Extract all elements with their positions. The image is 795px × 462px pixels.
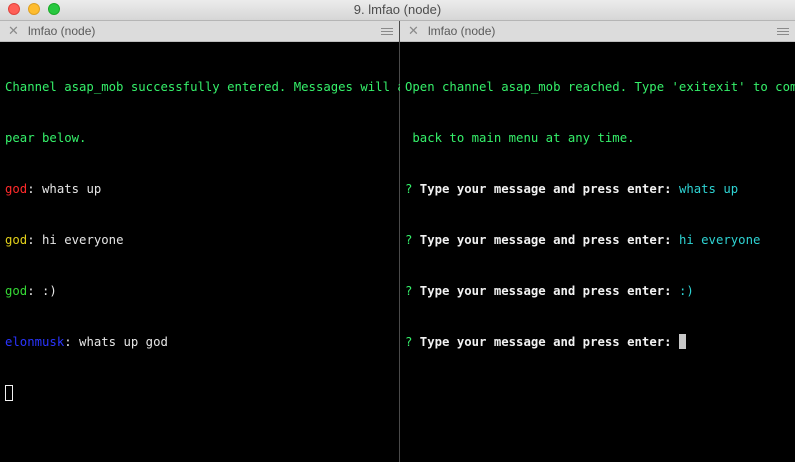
prompt-line: ? Type your message and press enter: :) xyxy=(405,283,795,300)
text-cursor xyxy=(678,334,686,349)
prompt-answer: hi everyone xyxy=(678,233,761,247)
message-separator: : xyxy=(64,335,80,349)
prompt-label: Type your message and press enter: xyxy=(412,233,679,247)
right-pane-tab-title: lmfao (node) xyxy=(428,24,496,38)
left-pane[interactable]: ✕ lmfao (node) Channel asap_mob successf… xyxy=(0,21,413,462)
prompt-line: ? Type your message and press enter: hi … xyxy=(405,232,795,249)
hamburger-menu-icon[interactable] xyxy=(381,28,393,35)
message-text: whats up xyxy=(42,182,102,196)
terminal-window: 9. lmfao (node) ✕ lmfao (node) Channel a… xyxy=(0,0,795,462)
message-text: :) xyxy=(42,284,57,298)
chat-message: god: :) xyxy=(5,283,399,300)
message-separator: : xyxy=(27,233,43,247)
text-cursor xyxy=(5,385,13,401)
system-line: Channel asap_mob successfully entered. M… xyxy=(5,80,413,94)
message-user: god xyxy=(5,233,28,247)
system-line: back to main menu at any time. xyxy=(405,131,635,145)
message-separator: : xyxy=(27,182,43,196)
system-line: Open channel asap_mob reached. Type 'exi… xyxy=(405,80,795,94)
message-user: elonmusk xyxy=(5,335,65,349)
prompt-line-active[interactable]: ? Type your message and press enter: xyxy=(405,334,795,351)
prompt-answer: :) xyxy=(678,284,694,298)
message-user: god xyxy=(5,284,28,298)
left-pane-tab-title: lmfao (node) xyxy=(28,24,96,38)
split-panes: ✕ lmfao (node) Channel asap_mob successf… xyxy=(0,21,795,462)
prompt-label: Type your message and press enter: xyxy=(412,284,679,298)
message-user: god xyxy=(5,182,28,196)
close-icon[interactable]: ✕ xyxy=(408,23,419,39)
chat-message: god: whats up xyxy=(5,181,399,198)
window-title: 9. lmfao (node) xyxy=(353,2,442,17)
chat-message: god: hi everyone xyxy=(5,232,399,249)
message-text: hi everyone xyxy=(42,233,124,247)
prompt-line: ? Type your message and press enter: wha… xyxy=(405,181,795,198)
prompt-label: Type your message and press enter: xyxy=(412,335,679,349)
chat-message: elonmusk: whats up god xyxy=(5,334,399,351)
right-terminal-output[interactable]: Open channel asap_mob reached. Type 'exi… xyxy=(400,42,795,385)
hamburger-menu-icon[interactable] xyxy=(777,28,789,35)
left-pane-tab[interactable]: ✕ lmfao (node) xyxy=(0,21,399,42)
prompt-answer: whats up xyxy=(678,182,739,196)
system-line: pear below. xyxy=(5,131,87,145)
left-terminal-output[interactable]: Channel asap_mob successfully entered. M… xyxy=(0,42,413,436)
right-pane[interactable]: ✕ lmfao (node) Open channel asap_mob rea… xyxy=(400,21,795,462)
window-titlebar: 9. lmfao (node) xyxy=(0,0,795,21)
prompt-label: Type your message and press enter: xyxy=(412,182,679,196)
close-icon[interactable]: ✕ xyxy=(8,23,19,39)
message-text: whats up god xyxy=(79,335,168,349)
cursor-line xyxy=(5,385,399,402)
message-separator: : xyxy=(27,284,43,298)
right-pane-tab[interactable]: ✕ lmfao (node) xyxy=(400,21,795,42)
